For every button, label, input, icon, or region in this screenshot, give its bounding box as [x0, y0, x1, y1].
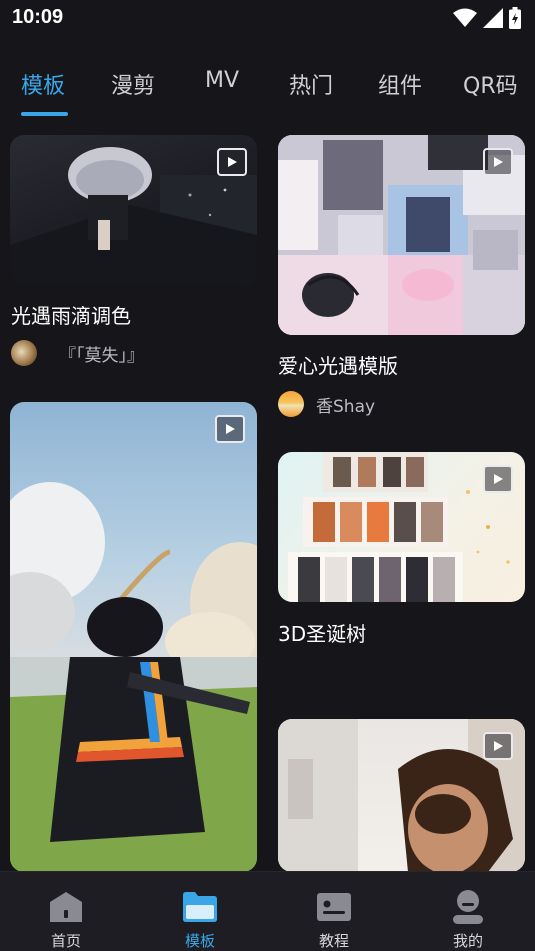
tab-hot[interactable]: 热门: [289, 68, 333, 100]
battery-charging-icon: [509, 7, 521, 29]
video-play-icon: [483, 465, 513, 493]
category-tabs: 模板 漫剪 MV 热门 组件 QR码: [0, 60, 535, 120]
video-play-icon: [483, 732, 513, 760]
template-folder-icon: [183, 890, 217, 924]
tab-mv[interactable]: MV: [205, 68, 239, 93]
tab-qr-code[interactable]: QR码: [463, 68, 518, 100]
template-card-thumbnail[interactable]: [10, 135, 257, 285]
home-icon: [49, 890, 83, 924]
profile-icon: [451, 890, 485, 924]
nav-item-tutorial[interactable]: 教程: [289, 872, 379, 951]
template-card-thumbnail[interactable]: [10, 402, 257, 872]
tab-components[interactable]: 组件: [378, 68, 422, 100]
nav-label: 首页: [50, 932, 81, 950]
nav-item-profile[interactable]: 我的: [423, 872, 513, 951]
video-play-icon: [483, 148, 513, 176]
card-title[interactable]: 3D圣诞树: [278, 618, 366, 647]
author-name: 香Shay: [316, 396, 376, 417]
avatar: [11, 340, 37, 366]
nav-item-home[interactable]: 首页: [21, 872, 111, 951]
bottom-navigation: 首页 模板 教程 我的: [0, 871, 535, 951]
video-play-icon: [215, 415, 245, 443]
video-play-icon: [217, 148, 247, 176]
avatar: [278, 391, 304, 417]
tutorial-card-icon: [317, 890, 351, 924]
tab-template[interactable]: 模板: [21, 68, 65, 100]
template-card-thumbnail[interactable]: [278, 719, 525, 872]
cellular-signal-icon: [483, 8, 503, 28]
author-name: 『「莫失」』: [59, 345, 144, 366]
nav-item-template[interactable]: 模板: [155, 872, 245, 951]
status-bar: 10:09: [0, 0, 535, 38]
template-card-thumbnail[interactable]: [278, 135, 525, 335]
status-icons: [453, 7, 521, 29]
nav-label: 我的: [452, 932, 483, 950]
nav-label: 模板: [184, 932, 215, 950]
card-title[interactable]: 光遇雨滴调色: [11, 300, 131, 329]
thumbnail-art: [10, 482, 257, 872]
card-author[interactable]: 香Shay: [278, 391, 375, 417]
template-card-thumbnail[interactable]: [278, 452, 525, 602]
active-tab-indicator: [21, 112, 68, 116]
card-title[interactable]: 爱心光遇模版: [278, 350, 398, 379]
card-author[interactable]: 『「莫失」』: [11, 340, 144, 366]
status-time: 10:09: [12, 6, 64, 28]
tab-edit-clip[interactable]: 漫剪: [111, 68, 155, 100]
nav-label: 教程: [318, 932, 349, 950]
wifi-icon: [453, 8, 477, 27]
